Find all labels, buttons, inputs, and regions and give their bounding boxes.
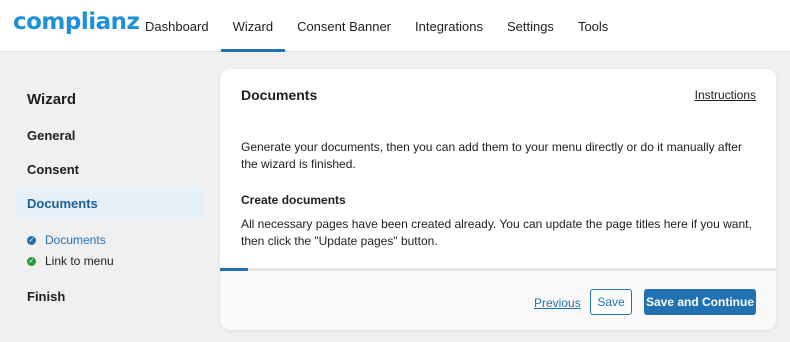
substep-link-to-menu[interactable]: ✓ Link to menu bbox=[27, 252, 114, 270]
nav-integrations[interactable]: Integrations bbox=[403, 0, 495, 52]
step-finish[interactable]: Finish bbox=[14, 280, 204, 313]
save-and-continue-button[interactable]: Save and Continue bbox=[644, 289, 756, 315]
substep-documents[interactable]: ✓ Documents bbox=[27, 231, 106, 249]
nav-consent-banner[interactable]: Consent Banner bbox=[285, 0, 403, 52]
nav-dashboard[interactable]: Dashboard bbox=[133, 0, 221, 52]
complianz-logo[interactable]: complianz bbox=[13, 9, 140, 35]
nav-tools[interactable]: Tools bbox=[566, 0, 620, 52]
sidebar-title: Wizard bbox=[27, 91, 77, 108]
top-bar: complianz Dashboard Wizard Consent Banne… bbox=[0, 0, 790, 52]
documents-card: Documents Instructions Generate your doc… bbox=[220, 69, 776, 330]
card-title: Documents bbox=[241, 87, 318, 103]
save-button[interactable]: Save bbox=[590, 289, 632, 315]
step-documents[interactable]: Documents bbox=[14, 187, 204, 220]
nav-wizard[interactable]: Wizard bbox=[220, 0, 286, 52]
previous-link[interactable]: Previous bbox=[534, 296, 581, 310]
main-nav: Dashboard Wizard Consent Banner Integrat… bbox=[133, 0, 620, 52]
section-text: All necessary pages have been created al… bbox=[241, 217, 752, 248]
step-consent[interactable]: Consent bbox=[14, 153, 204, 186]
instructions-link[interactable]: Instructions bbox=[695, 88, 756, 102]
step-general[interactable]: General bbox=[14, 119, 204, 152]
completed-check-icon: ✓ bbox=[27, 256, 36, 266]
intro-text: Generate your documents, then you can ad… bbox=[241, 140, 742, 171]
substep-label: Documents bbox=[45, 233, 106, 247]
section-title: Create documents bbox=[241, 193, 346, 207]
nav-settings[interactable]: Settings bbox=[495, 0, 566, 52]
substep-label: Link to menu bbox=[45, 254, 114, 268]
current-step-icon: ✓ bbox=[27, 235, 36, 245]
card-footer: Previous Save Save and Continue bbox=[220, 271, 776, 330]
